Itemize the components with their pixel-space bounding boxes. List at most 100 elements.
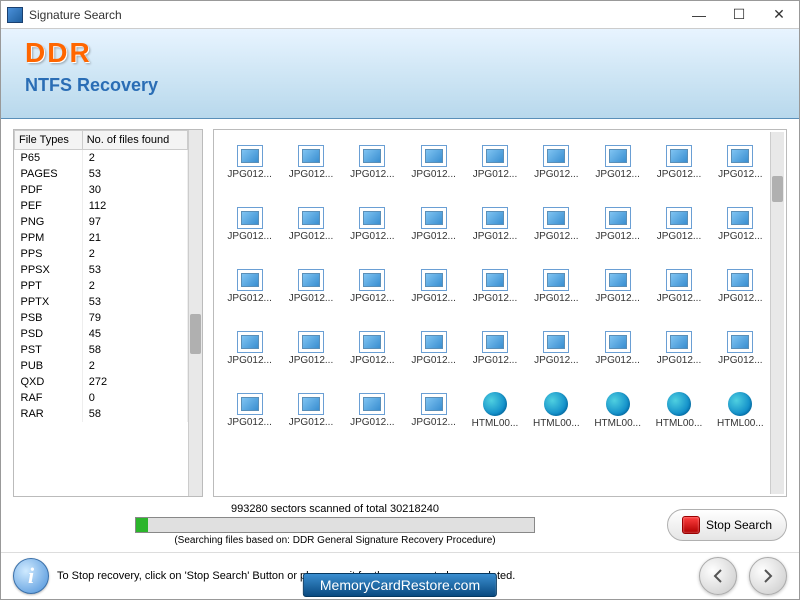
col-filetypes[interactable]: File Types bbox=[15, 131, 83, 150]
file-item[interactable]: JPG012... bbox=[465, 318, 524, 378]
table-row[interactable]: PUB2 bbox=[15, 358, 188, 374]
image-file-icon bbox=[298, 331, 324, 353]
table-row[interactable]: RAF0 bbox=[15, 390, 188, 406]
file-item[interactable]: JPG012... bbox=[404, 194, 463, 254]
file-item[interactable]: JPG012... bbox=[588, 256, 647, 316]
file-item[interactable]: JPG012... bbox=[343, 132, 402, 192]
file-item[interactable]: JPG012... bbox=[711, 194, 770, 254]
table-row[interactable]: PPM21 bbox=[15, 230, 188, 246]
table-row[interactable]: P652 bbox=[15, 150, 188, 167]
table-row[interactable]: QXD272 bbox=[15, 374, 188, 390]
file-item[interactable]: JPG012... bbox=[343, 318, 402, 378]
file-item[interactable]: JPG012... bbox=[220, 256, 279, 316]
file-label: JPG012... bbox=[473, 231, 517, 242]
table-row[interactable]: RAR58 bbox=[15, 406, 188, 422]
file-item[interactable]: JPG012... bbox=[465, 132, 524, 192]
filetypes-table[interactable]: File Types No. of files found P652PAGES5… bbox=[14, 130, 188, 422]
file-item[interactable]: JPG012... bbox=[220, 318, 279, 378]
site-link[interactable]: MemoryCardRestore.com bbox=[303, 573, 497, 597]
file-item[interactable]: JPG012... bbox=[527, 194, 586, 254]
file-item[interactable]: JPG012... bbox=[649, 132, 708, 192]
file-item[interactable]: JPG012... bbox=[404, 318, 463, 378]
image-file-icon bbox=[605, 207, 631, 229]
file-item[interactable]: JPG012... bbox=[527, 318, 586, 378]
file-item[interactable]: JPG012... bbox=[281, 318, 340, 378]
file-item[interactable]: JPG012... bbox=[711, 132, 770, 192]
file-item[interactable]: HTML00... bbox=[465, 380, 524, 440]
html-file-icon bbox=[606, 392, 630, 416]
file-item[interactable]: JPG012... bbox=[588, 132, 647, 192]
table-row[interactable]: PPT2 bbox=[15, 278, 188, 294]
count-cell: 0 bbox=[82, 390, 187, 406]
image-file-icon bbox=[298, 269, 324, 291]
file-item[interactable]: JPG012... bbox=[343, 256, 402, 316]
table-row[interactable]: PNG97 bbox=[15, 214, 188, 230]
count-cell: 58 bbox=[82, 342, 187, 358]
filetype-cell: PPS bbox=[15, 246, 83, 262]
file-item[interactable]: JPG012... bbox=[711, 318, 770, 378]
back-button[interactable] bbox=[699, 557, 737, 595]
file-item[interactable]: JPG012... bbox=[649, 318, 708, 378]
scroll-thumb[interactable] bbox=[190, 314, 201, 354]
file-item[interactable]: JPG012... bbox=[404, 380, 463, 440]
file-item[interactable]: HTML00... bbox=[711, 380, 770, 440]
close-button[interactable]: ✕ bbox=[759, 1, 799, 29]
file-item[interactable]: JPG012... bbox=[465, 194, 524, 254]
image-file-icon bbox=[605, 145, 631, 167]
next-button[interactable] bbox=[749, 557, 787, 595]
filelist-scrollbar[interactable] bbox=[770, 132, 784, 494]
minimize-button[interactable]: — bbox=[679, 1, 719, 29]
table-row[interactable]: PPSX53 bbox=[15, 262, 188, 278]
image-file-icon bbox=[666, 207, 692, 229]
filetypes-scrollbar[interactable] bbox=[188, 130, 202, 496]
image-file-icon bbox=[421, 331, 447, 353]
scroll-thumb[interactable] bbox=[772, 176, 783, 202]
file-item[interactable]: JPG012... bbox=[281, 132, 340, 192]
filetypes-panel: File Types No. of files found P652PAGES5… bbox=[13, 129, 203, 497]
file-item[interactable]: JPG012... bbox=[527, 132, 586, 192]
file-item[interactable]: JPG012... bbox=[343, 194, 402, 254]
file-icon-grid[interactable]: JPG012...JPG012...JPG012...JPG012...JPG0… bbox=[220, 132, 770, 494]
table-row[interactable]: PPTX53 bbox=[15, 294, 188, 310]
filetype-cell: PSB bbox=[15, 310, 83, 326]
file-item[interactable]: JPG012... bbox=[220, 132, 279, 192]
stop-label: Stop Search bbox=[706, 518, 772, 532]
table-row[interactable]: PDF30 bbox=[15, 182, 188, 198]
table-row[interactable]: PEF112 bbox=[15, 198, 188, 214]
table-row[interactable]: PPS2 bbox=[15, 246, 188, 262]
file-item[interactable]: HTML00... bbox=[649, 380, 708, 440]
file-item[interactable]: JPG012... bbox=[281, 194, 340, 254]
maximize-button[interactable]: ☐ bbox=[719, 1, 759, 29]
file-item[interactable]: JPG012... bbox=[465, 256, 524, 316]
file-item[interactable]: JPG012... bbox=[343, 380, 402, 440]
file-item[interactable]: JPG012... bbox=[404, 256, 463, 316]
file-item[interactable]: JPG012... bbox=[588, 318, 647, 378]
file-item[interactable]: JPG012... bbox=[711, 256, 770, 316]
image-file-icon bbox=[359, 269, 385, 291]
file-label: JPG012... bbox=[595, 355, 639, 366]
table-row[interactable]: PST58 bbox=[15, 342, 188, 358]
titlebar[interactable]: Signature Search — ☐ ✕ bbox=[1, 1, 799, 29]
filetype-cell: PPT bbox=[15, 278, 83, 294]
col-count[interactable]: No. of files found bbox=[82, 131, 187, 150]
file-item[interactable]: JPG012... bbox=[404, 132, 463, 192]
table-row[interactable]: PSD45 bbox=[15, 326, 188, 342]
count-cell: 58 bbox=[82, 406, 187, 422]
file-item[interactable]: JPG012... bbox=[220, 194, 279, 254]
file-label: JPG012... bbox=[411, 169, 455, 180]
file-item[interactable]: JPG012... bbox=[281, 380, 340, 440]
file-item[interactable]: HTML00... bbox=[527, 380, 586, 440]
file-item[interactable]: JPG012... bbox=[588, 194, 647, 254]
table-row[interactable]: PAGES53 bbox=[15, 166, 188, 182]
table-row[interactable]: PSB79 bbox=[15, 310, 188, 326]
file-item[interactable]: JPG012... bbox=[649, 256, 708, 316]
file-item[interactable]: HTML00... bbox=[588, 380, 647, 440]
file-item[interactable]: JPG012... bbox=[220, 380, 279, 440]
count-cell: 112 bbox=[82, 198, 187, 214]
file-item[interactable]: JPG012... bbox=[281, 256, 340, 316]
stop-search-button[interactable]: Stop Search bbox=[667, 509, 787, 541]
image-file-icon bbox=[727, 145, 753, 167]
file-item[interactable]: JPG012... bbox=[527, 256, 586, 316]
file-label: HTML00... bbox=[656, 418, 703, 429]
file-item[interactable]: JPG012... bbox=[649, 194, 708, 254]
